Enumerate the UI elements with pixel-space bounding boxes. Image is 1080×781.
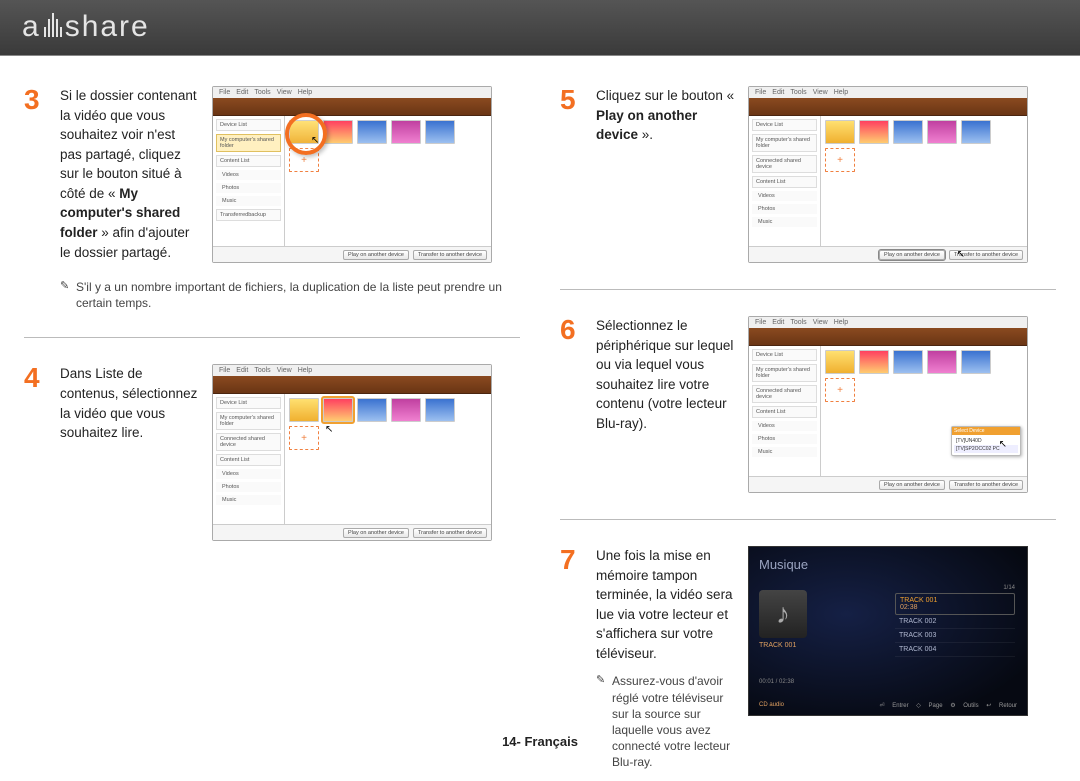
thumb[interactable] <box>425 120 455 144</box>
thumb[interactable] <box>323 120 353 144</box>
step-3-note: S'il y a un nombre important de fichiers… <box>60 279 520 311</box>
callout-circle-icon <box>285 113 327 155</box>
step-3: 3 Si le dossier contenant la vidéo que v… <box>24 86 520 311</box>
cursor-icon: ↖ <box>999 439 1007 450</box>
device-popup: Select Device [TV]UN40D [TV]SP2OCC02 PC <box>951 426 1021 456</box>
cursor-icon: ↖ <box>957 249 965 260</box>
logo-prefix: a <box>22 10 41 43</box>
step-4-text: Dans Liste de contenus, sélectionnez la … <box>60 364 200 442</box>
right-column: 5 Cliquez sur le bouton « Play on anothe… <box>560 86 1056 771</box>
logo: ashare <box>22 10 150 45</box>
thumb[interactable] <box>357 120 387 144</box>
app-window-step3: FileEditToolsViewHelp Device List My com… <box>212 86 492 263</box>
divider <box>24 337 520 338</box>
app-window-step5: FileEditToolsViewHelp Device List My com… <box>748 86 1028 263</box>
menubar: FileEditToolsViewHelp <box>213 87 491 98</box>
track-row-selected[interactable]: TRACK 001 02:38 <box>895 593 1015 615</box>
transfer-button[interactable]: Transfer to another device <box>413 250 487 260</box>
thumb[interactable] <box>391 120 421 144</box>
cursor-icon: ↖ <box>325 424 333 435</box>
step-7-text: Une fois la mise en mémoire tampon termi… <box>596 546 736 663</box>
step-5: 5 Cliquez sur le bouton « Play on anothe… <box>560 86 1056 263</box>
divider <box>560 519 1056 520</box>
step-7-note: Assurez-vous d'avoir réglé votre télévis… <box>596 673 736 770</box>
step-5-text: Cliquez sur le bouton « Play on another … <box>596 86 736 145</box>
app-window-step6: FileEditToolsViewHelp Device List My com… <box>748 316 1028 493</box>
page-body: 3 Si le dossier contenant la vidéo que v… <box>0 56 1080 781</box>
play-other-button-hover[interactable]: Play on another device <box>879 250 945 260</box>
selected-thumb[interactable] <box>323 398 353 422</box>
step-number: 6 <box>560 316 582 493</box>
page-footer: 14- Français <box>0 734 1080 749</box>
tv-controls: ⏎ Entrer ◇ Page ⚙ Outils ↩ Retour <box>874 702 1017 709</box>
step-number: 3 <box>24 86 46 311</box>
step-number: 5 <box>560 86 582 263</box>
track-list: 1/14 TRACK 001 02:38 TRACK 002 TRACK 003… <box>895 585 1015 657</box>
left-column: 3 Si le dossier contenant la vidéo que v… <box>24 86 520 771</box>
logo-suffix: share <box>65 10 150 43</box>
header: ashare <box>0 0 1080 56</box>
sidebar: Device List My computer's shared folder … <box>213 116 285 246</box>
step-6-text: Sélectionnez le périphérique sur lequel … <box>596 316 736 433</box>
divider <box>560 289 1056 290</box>
step-3-text: Si le dossier contenant la vidéo que vou… <box>60 86 200 262</box>
app-window-step4: FileEditToolsViewHelp Device List My com… <box>212 364 492 541</box>
music-note-icon: ♪ <box>759 590 807 638</box>
cursor-icon: ↖ <box>311 135 319 146</box>
toolbar <box>213 98 491 116</box>
step-6: 6 Sélectionnez le périphérique sur leque… <box>560 316 1056 493</box>
tv-title: Musique <box>759 557 1017 572</box>
tv-screen: Musique ♪ TRACK 001 00:01 / 02:38 1/14 T… <box>748 546 1028 716</box>
logo-bars-icon <box>43 11 63 45</box>
step-4: 4 Dans Liste de contenus, sélectionnez l… <box>24 364 520 541</box>
step-number: 4 <box>24 364 46 541</box>
play-other-button[interactable]: Play on another device <box>343 250 409 260</box>
